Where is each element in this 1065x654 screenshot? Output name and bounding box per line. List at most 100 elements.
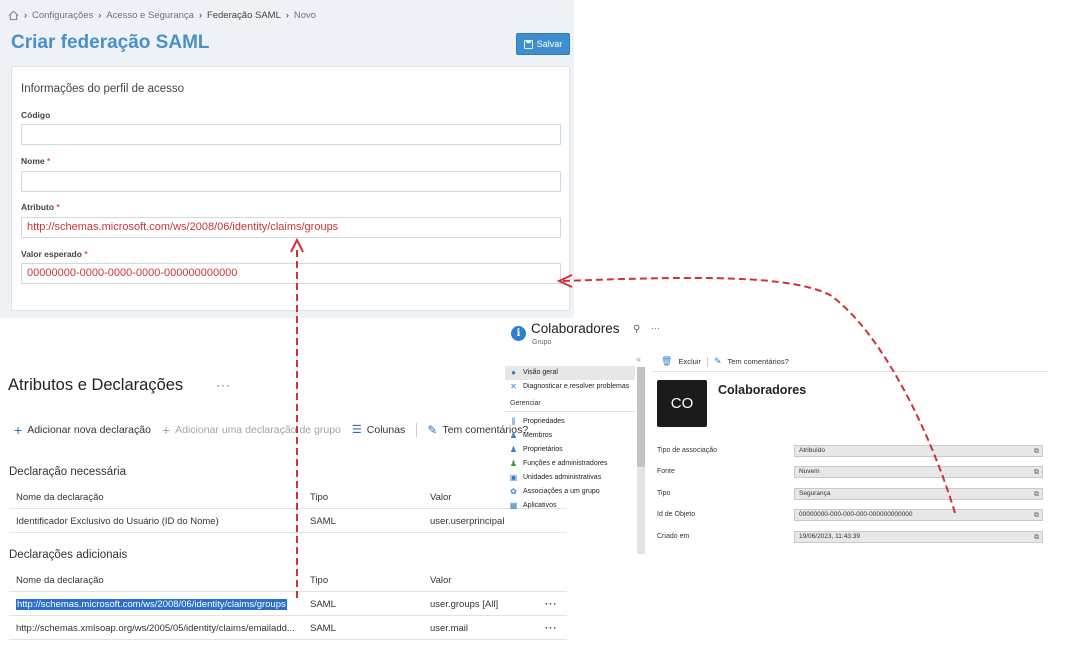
- command-divider: [706, 356, 708, 367]
- trash-icon: 🗑: [661, 356, 673, 366]
- more-options-button[interactable]: ···: [651, 323, 660, 333]
- additional-claims-title: Declarações adicionais: [9, 549, 128, 561]
- claim-value: user.userprincipal: [430, 516, 505, 527]
- breadcrumb-item-current: Novo: [293, 9, 317, 21]
- column-header-value[interactable]: Valor: [430, 575, 506, 586]
- sidebar-item-overview[interactable]: ● Visão geral: [505, 366, 635, 380]
- access-profile-card: Informações do perfil de acesso Código N…: [11, 66, 570, 311]
- nome-label: Nome *: [21, 156, 51, 166]
- info-icon: i: [511, 326, 526, 341]
- sidebar-item-owners[interactable]: ♟ Proprietários: [505, 443, 635, 457]
- page-title: Criar federação SAML: [11, 32, 210, 53]
- atributo-field[interactable]: http://schemas.microsoft.com/ws/2008/06/…: [21, 217, 561, 238]
- save-button-label: Salvar: [536, 39, 563, 49]
- table-row[interactable]: http://schemas.xmlsoap.org/ws/2005/05/id…: [9, 616, 567, 640]
- copy-icon[interactable]: ⧉: [1034, 511, 1039, 521]
- feedback-icon: ✎: [713, 356, 722, 366]
- save-button[interactable]: Salvar: [516, 33, 570, 55]
- codigo-field[interactable]: [21, 124, 561, 145]
- copy-icon[interactable]: ⧉: [1034, 533, 1039, 543]
- source-value: Nuvem: [799, 468, 820, 475]
- column-header-type[interactable]: Tipo: [310, 492, 410, 503]
- sidebar-item-admin-units[interactable]: ▣ Unidades administrativas: [505, 471, 635, 485]
- type-value: Segurança: [799, 490, 831, 497]
- source-label: Fonte: [657, 468, 675, 475]
- valor-esperado-label: Valor esperado *: [21, 249, 88, 259]
- roles-icon: ♟: [509, 459, 518, 468]
- group-page-subtitle: Grupo: [532, 339, 552, 346]
- saml-form-panel: › Configurações › Acesso e Segurança › F…: [0, 0, 574, 318]
- codigo-label: Código: [21, 110, 51, 120]
- sidebar-item-roles[interactable]: ♟ Funções e administradores: [505, 457, 635, 471]
- sidebar-item-properties[interactable]: ⫼ Propriedades: [505, 415, 635, 429]
- sidebar-item-label: Visão geral: [523, 369, 558, 376]
- table-row[interactable]: http://schemas.microsoft.com/ws/2008/06/…: [9, 592, 567, 616]
- wrench-icon: ✕: [510, 382, 517, 391]
- breadcrumb-item[interactable]: Configurações: [32, 10, 93, 21]
- claim-name[interactable]: http://schemas.microsoft.com/ws/2008/06/…: [16, 599, 301, 610]
- collapse-sidebar-button[interactable]: «: [636, 354, 641, 364]
- copy-icon[interactable]: ⧉: [1034, 490, 1039, 500]
- valor-esperado-field[interactable]: 00000000-0000-0000-0000-000000000000: [21, 263, 561, 284]
- home-icon[interactable]: [8, 10, 19, 21]
- column-header-type[interactable]: Tipo: [310, 575, 410, 586]
- sidebar-item-diagnose[interactable]: ✕ Diagnosticar e resolver problemas: [505, 380, 635, 394]
- required-claims-title: Declaração necessária: [9, 466, 126, 478]
- chevron-right-icon: ›: [24, 10, 27, 20]
- sidebar-item-label: Funções e administradores: [523, 460, 608, 467]
- column-header-value[interactable]: Valor: [430, 492, 506, 503]
- copy-icon[interactable]: ⧉: [1034, 447, 1039, 457]
- type-label: Tipo: [657, 490, 671, 497]
- columns-button[interactable]: ☰ Colunas: [352, 424, 405, 436]
- admin-units-icon: ▣: [509, 473, 518, 482]
- claim-value: user.groups [All]: [430, 599, 499, 610]
- delete-button[interactable]: Excluir: [678, 357, 701, 366]
- column-header-name[interactable]: Nome da declaração: [16, 492, 301, 503]
- required-claims-table: Nome da declaração Tipo Valor Identifica…: [9, 485, 567, 533]
- claim-name: http://schemas.xmlsoap.org/ws/2005/05/id…: [16, 623, 295, 634]
- nome-field[interactable]: [21, 171, 561, 192]
- sidebar-section-manage: Gerenciar: [505, 394, 635, 412]
- membership-type-value: Atribuído: [799, 447, 826, 454]
- sidebar-item-members[interactable]: ♟ Membros: [505, 429, 635, 443]
- avatar: CO: [657, 380, 707, 427]
- plus-icon: +: [14, 422, 23, 438]
- attributes-title: Atributos e Declarações: [8, 376, 184, 394]
- floppy-disk-icon: [523, 39, 533, 49]
- membership-type-label: Tipo de associação: [657, 447, 718, 454]
- chevron-right-icon: ›: [198, 10, 202, 20]
- membership-type-field: Atribuído ⧉: [794, 445, 1043, 457]
- sidebar-item-label: Proprietários: [523, 446, 563, 453]
- sidebar-item-label: Aplicativos: [523, 502, 557, 509]
- created-value: 19/06/2023, 11:43:39: [799, 533, 860, 540]
- table-header: Nome da declaração Tipo Valor: [9, 485, 567, 509]
- more-options-button[interactable]: ···: [216, 378, 231, 392]
- breadcrumb-item[interactable]: Federação SAML: [207, 10, 281, 21]
- group-command-bar: 🗑 Excluir ✎ Tem comentários?: [661, 356, 789, 367]
- card-title: Informações do perfil de acesso: [21, 83, 185, 95]
- additional-claims-table: Nome da declaração Tipo Valor http://sch…: [9, 568, 567, 640]
- sidebar-item-group-memberships[interactable]: ✿ Associações a um grupo: [505, 485, 635, 499]
- info-icon: ●: [511, 368, 516, 377]
- people-icon: ♟: [509, 431, 518, 440]
- table-row[interactable]: Identificador Exclusivo do Usuário (ID d…: [9, 509, 567, 533]
- add-claim-button[interactable]: + Adicionar nova declaração: [14, 423, 151, 437]
- sidebar-item-applications[interactable]: ▦ Aplicativos: [505, 499, 635, 513]
- source-field: Nuvem ⧉: [794, 466, 1043, 478]
- row-menu-button[interactable]: ···: [545, 599, 563, 610]
- add-group-claim-button[interactable]: + Adicionar uma declaração de grupo: [162, 423, 341, 437]
- group-name: Colaboradores: [718, 383, 807, 397]
- selected-text: http://schemas.microsoft.com/ws/2008/06/…: [16, 599, 287, 610]
- copy-icon[interactable]: ⧉: [1034, 468, 1039, 478]
- breadcrumb-item[interactable]: Acesso e Segurança: [106, 10, 194, 21]
- pin-icon[interactable]: ⚲: [633, 324, 640, 335]
- attributes-toolbar: + Adicionar nova declaração + Adicionar …: [14, 422, 539, 438]
- created-field: 19/06/2023, 11:43:39 ⧉: [794, 531, 1043, 543]
- sidebar-item-label: Propriedades: [523, 418, 565, 425]
- row-menu-button[interactable]: ···: [545, 623, 563, 634]
- column-header-name[interactable]: Nome da declaração: [16, 575, 301, 586]
- scrollbar-thumb[interactable]: [637, 367, 645, 467]
- feedback-icon: ✎: [427, 423, 438, 437]
- feedback-button[interactable]: Tem comentários?: [728, 357, 789, 366]
- divider: [653, 371, 1048, 372]
